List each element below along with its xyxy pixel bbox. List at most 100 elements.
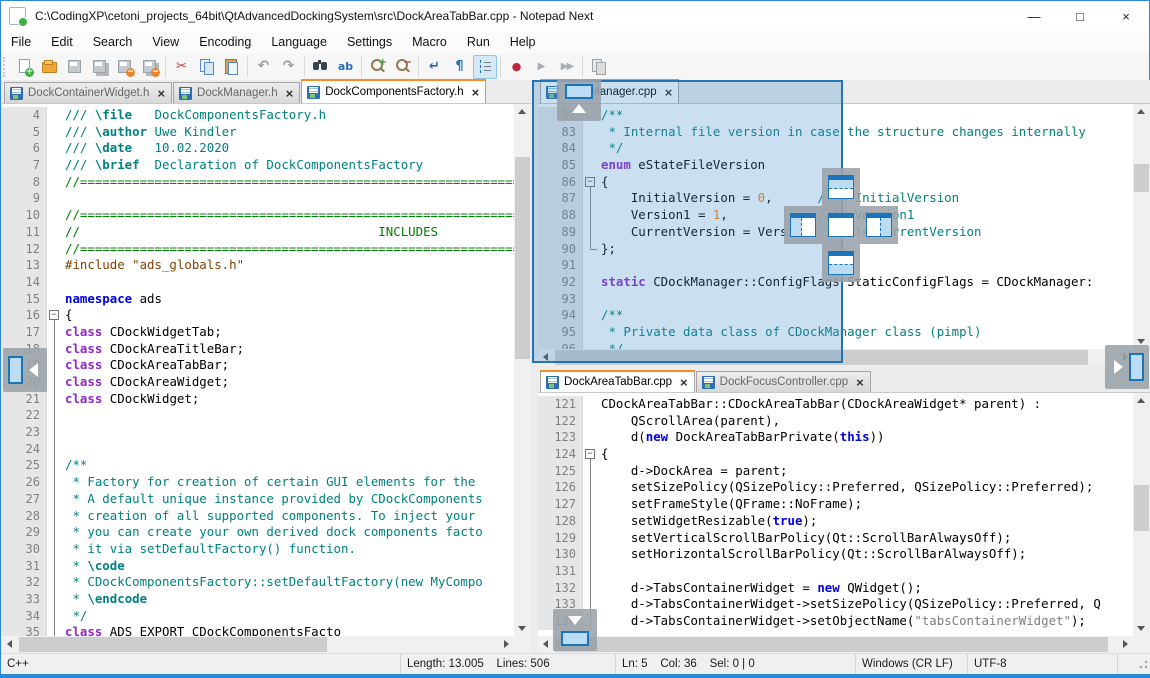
code-text: * creation of all supported components. … <box>62 508 475 525</box>
scroll-right-icon[interactable] <box>504 640 509 648</box>
scroll-up-icon[interactable] <box>1137 398 1145 403</box>
fold-margin <box>46 207 62 224</box>
close-button[interactable]: − <box>113 55 137 79</box>
window-title: C:\CodingXP\cetoni_projects_64bit\QtAdva… <box>35 9 593 23</box>
fold-marker <box>582 563 598 580</box>
save-button[interactable] <box>63 55 87 79</box>
code-text: setSizePolicy(QSizePolicy::Preferred, QS… <box>598 479 1093 496</box>
code-line: 121CDockAreaTabBar::CDockAreaTabBar(CDoc… <box>538 396 1133 413</box>
open-file-button[interactable] <box>38 55 62 79</box>
tab-close-icon[interactable]: × <box>286 88 294 99</box>
menu-search[interactable]: Search <box>83 31 143 53</box>
code-text: d->TabsContainerWidget->setSizePolicy(QS… <box>598 596 1101 613</box>
menu-help[interactable]: Help <box>500 31 546 53</box>
save-all-button[interactable] <box>88 55 112 79</box>
arrow-up-icon <box>572 104 586 113</box>
arrow-down-icon <box>568 616 582 625</box>
scroll-down-icon[interactable] <box>1137 339 1145 344</box>
tab-close-icon[interactable]: × <box>680 377 688 388</box>
fold-marker[interactable] <box>46 307 62 324</box>
close-all-button[interactable]: − <box>138 55 162 79</box>
tab-dockcomponentsfactory-h[interactable]: DockComponentsFactory.h× <box>301 79 486 103</box>
scroll-up-icon[interactable] <box>1137 109 1145 114</box>
copy-button[interactable] <box>195 55 219 79</box>
vertical-scrollbar-bottom-right[interactable] <box>1133 393 1150 636</box>
edge-right-drop-indicator[interactable] <box>1105 345 1149 389</box>
zoom-in-button[interactable]: + <box>366 55 390 79</box>
scroll-thumb[interactable] <box>1134 164 1149 192</box>
edge-left-drop-indicator[interactable] <box>3 348 47 392</box>
show-all-characters-icon: ¶ <box>451 58 468 75</box>
close-button[interactable]: × <box>1103 1 1149 31</box>
word-wrap-button[interactable]: ↵ <box>423 55 447 79</box>
menu-language[interactable]: Language <box>261 31 337 53</box>
drop-top-indicator[interactable] <box>822 168 860 206</box>
scroll-thumb[interactable] <box>1134 485 1149 531</box>
edge-top-drop-indicator[interactable] <box>557 79 601 121</box>
fold-margin <box>46 241 62 258</box>
zoom-out-icon: − <box>394 58 411 75</box>
code-text: d->TabsContainerWidget = new QWidget(); <box>598 580 922 597</box>
scroll-down-icon[interactable] <box>518 626 526 631</box>
zoom-out-button[interactable]: − <box>391 55 415 79</box>
scroll-thumb[interactable] <box>19 637 327 652</box>
show-all-characters-button[interactable]: ¶ <box>448 55 472 79</box>
undo-button[interactable]: ↶ <box>252 55 276 79</box>
menu-settings[interactable]: Settings <box>337 31 402 53</box>
maximize-button[interactable]: □ <box>1057 1 1103 31</box>
scroll-thumb[interactable] <box>555 637 1108 652</box>
vertical-scrollbar-left[interactable] <box>514 104 531 636</box>
scroll-up-icon[interactable] <box>518 109 526 114</box>
macro-record-button[interactable]: ● <box>505 55 529 79</box>
minimize-button[interactable]: — <box>1011 1 1057 31</box>
replace-button[interactable]: ab <box>334 55 358 79</box>
menu-macro[interactable]: Macro <box>402 31 457 53</box>
scroll-left-icon[interactable] <box>543 640 548 648</box>
tab-dockareatabbar-cpp[interactable]: DockAreaTabBar.cpp× <box>540 370 695 392</box>
cut-button[interactable]: ✂ <box>170 55 194 79</box>
drop-right-indicator[interactable] <box>860 206 898 244</box>
drop-left-indicator[interactable] <box>784 206 822 244</box>
menu-encoding[interactable]: Encoding <box>189 31 261 53</box>
menu-view[interactable]: View <box>142 31 189 53</box>
code-text: * \code <box>62 558 125 575</box>
menu-file[interactable]: File <box>1 31 41 53</box>
tab-dockcontainerwidget-h[interactable]: DockContainerWidget.h× <box>4 82 172 103</box>
horizontal-scrollbar-bottom-right[interactable] <box>538 636 1133 653</box>
tab-close-icon[interactable]: × <box>856 377 864 388</box>
tab-dockfocuscontroller-cpp[interactable]: DockFocusController.cpp× <box>696 371 871 392</box>
editor-left[interactable]: 4/// \file DockComponentsFactory.h5/// \… <box>2 104 514 636</box>
indent-guide-button[interactable] <box>473 55 497 79</box>
vertical-scrollbar-top-right[interactable] <box>1133 104 1150 349</box>
paste-button[interactable] <box>220 55 244 79</box>
scroll-thumb[interactable] <box>515 157 530 359</box>
code-line: 34 */ <box>2 608 514 625</box>
resize-grip[interactable] <box>1137 658 1149 670</box>
tab-dockmanager-h[interactable]: DockManager.h× <box>173 82 300 103</box>
menu-edit[interactable]: Edit <box>41 31 83 53</box>
drop-center-indicator[interactable] <box>822 206 860 244</box>
tab-close-icon[interactable]: × <box>472 87 480 98</box>
code-line: 16{ <box>2 307 514 324</box>
macro-run-multiple-icon: ▶▶ <box>558 58 575 75</box>
clone-document-button[interactable] <box>587 55 611 79</box>
code-text: class CDockAreaTitleBar; <box>62 341 244 358</box>
macro-run-multiple-button[interactable]: ▶▶ <box>555 55 579 79</box>
scroll-right-icon[interactable] <box>1123 640 1128 648</box>
redo-button[interactable]: ↷ <box>277 55 301 79</box>
code-line: 133 d->TabsContainerWidget->setSizePolic… <box>538 596 1133 613</box>
horizontal-scrollbar-left[interactable] <box>2 636 514 653</box>
toolbar-separator <box>247 57 248 77</box>
menu-run[interactable]: Run <box>457 31 500 53</box>
drop-bottom-indicator[interactable] <box>822 244 860 282</box>
scroll-left-icon[interactable] <box>7 640 12 648</box>
scroll-down-icon[interactable] <box>1137 626 1145 631</box>
fold-marker[interactable] <box>582 446 598 463</box>
edge-bottom-drop-indicator[interactable] <box>553 609 597 651</box>
code-line: 26 * Factory for creation of certain GUI… <box>2 474 514 491</box>
editor-bottom-right[interactable]: 121CDockAreaTabBar::CDockAreaTabBar(CDoc… <box>538 393 1133 636</box>
macro-play-button[interactable]: ▶ <box>530 55 554 79</box>
find-button[interactable] <box>309 55 333 79</box>
new-file-button[interactable] <box>13 55 37 79</box>
tab-close-icon[interactable]: × <box>157 88 165 99</box>
